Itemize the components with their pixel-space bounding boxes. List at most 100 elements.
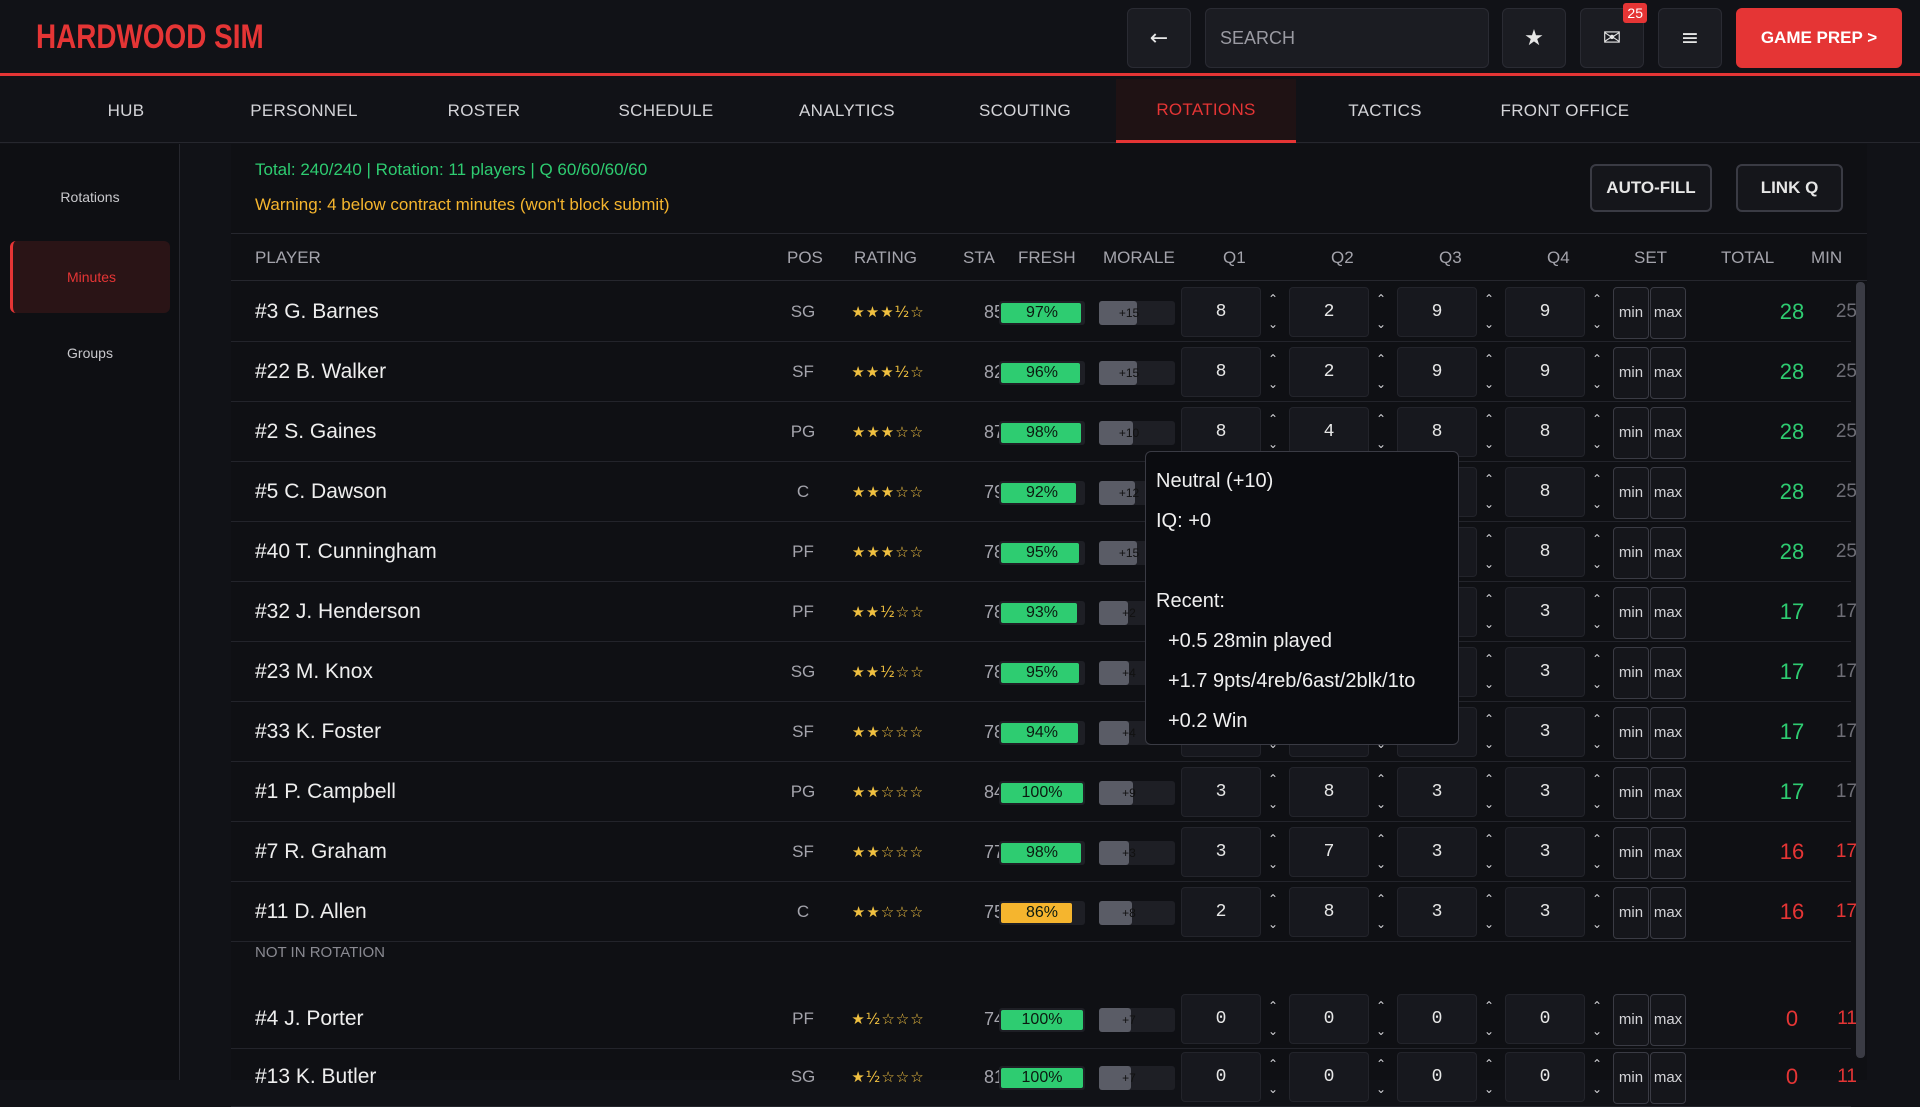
chevron-down-icon[interactable]: ⌄: [1479, 432, 1499, 457]
chevron-up-icon[interactable]: ⌃: [1479, 347, 1499, 372]
quarter-minutes-input[interactable]: 0: [1505, 1052, 1585, 1102]
player-name[interactable]: #1 P. Campbell: [255, 762, 396, 822]
set-min-button[interactable]: min: [1613, 827, 1649, 879]
quarter-minutes-input[interactable]: 3: [1181, 767, 1261, 817]
chevron-down-icon[interactable]: ⌄: [1479, 372, 1499, 397]
chevron-up-icon[interactable]: ⌃: [1587, 587, 1607, 612]
chevron-down-icon[interactable]: ⌄: [1587, 552, 1607, 577]
quarter-minutes-input[interactable]: 0: [1289, 1052, 1369, 1102]
minutes-stepper[interactable]: ⌃⌄: [1479, 994, 1499, 1044]
favorites-button[interactable]: ★: [1502, 8, 1566, 68]
chevron-up-icon[interactable]: ⌃: [1587, 287, 1607, 312]
minutes-stepper[interactable]: ⌃⌄: [1587, 647, 1607, 697]
set-min-button[interactable]: min: [1613, 347, 1649, 399]
chevron-up-icon[interactable]: ⌃: [1479, 1052, 1499, 1077]
chevron-down-icon[interactable]: ⌄: [1479, 312, 1499, 337]
col-player[interactable]: PLAYER: [255, 234, 321, 282]
chevron-up-icon[interactable]: ⌃: [1263, 994, 1283, 1019]
chevron-down-icon[interactable]: ⌄: [1371, 1019, 1391, 1044]
set-min-button[interactable]: min: [1613, 647, 1649, 699]
set-max-button[interactable]: max: [1650, 347, 1686, 399]
minutes-stepper[interactable]: ⌃⌄: [1371, 287, 1391, 337]
minutes-stepper[interactable]: ⌃⌄: [1479, 587, 1499, 637]
search-input[interactable]: SEARCH: [1205, 8, 1489, 68]
chevron-up-icon[interactable]: ⌃: [1587, 527, 1607, 552]
chevron-down-icon[interactable]: ⌄: [1263, 852, 1283, 877]
minutes-stepper[interactable]: ⌃⌄: [1587, 994, 1607, 1044]
minutes-stepper[interactable]: ⌃⌄: [1479, 887, 1499, 937]
chevron-down-icon[interactable]: ⌄: [1479, 912, 1499, 937]
chevron-down-icon[interactable]: ⌄: [1371, 1077, 1391, 1102]
set-min-button[interactable]: min: [1613, 467, 1649, 519]
set-min-button[interactable]: min: [1613, 527, 1649, 579]
chevron-down-icon[interactable]: ⌄: [1587, 492, 1607, 517]
minutes-stepper[interactable]: ⌃⌄: [1587, 407, 1607, 457]
chevron-down-icon[interactable]: ⌄: [1371, 852, 1391, 877]
minutes-stepper[interactable]: ⌃⌄: [1263, 407, 1283, 457]
quarter-minutes-input[interactable]: 3: [1397, 887, 1477, 937]
chevron-down-icon[interactable]: ⌄: [1587, 612, 1607, 637]
minutes-stepper[interactable]: ⌃⌄: [1263, 347, 1283, 397]
col-morale[interactable]: MORALE: [1103, 234, 1175, 282]
player-name[interactable]: #11 D. Allen: [255, 882, 367, 942]
minutes-stepper[interactable]: ⌃⌄: [1479, 347, 1499, 397]
quarter-minutes-input[interactable]: 8: [1289, 767, 1369, 817]
minutes-stepper[interactable]: ⌃⌄: [1479, 767, 1499, 817]
minutes-stepper[interactable]: ⌃⌄: [1587, 827, 1607, 877]
col-total[interactable]: TOTAL: [1721, 234, 1774, 282]
morale-bar[interactable]: +10: [1099, 421, 1175, 445]
quarter-minutes-input[interactable]: 8: [1181, 287, 1261, 337]
minutes-stepper[interactable]: ⌃⌄: [1263, 827, 1283, 877]
set-min-button[interactable]: min: [1613, 767, 1649, 819]
set-max-button[interactable]: max: [1650, 767, 1686, 819]
quarter-minutes-input[interactable]: 8: [1397, 407, 1477, 457]
chevron-up-icon[interactable]: ⌃: [1479, 527, 1499, 552]
player-name[interactable]: #40 T. Cunningham: [255, 522, 437, 582]
quarter-minutes-input[interactable]: 0: [1397, 994, 1477, 1044]
quarter-minutes-input[interactable]: 2: [1289, 347, 1369, 397]
set-max-button[interactable]: max: [1650, 707, 1686, 759]
chevron-up-icon[interactable]: ⌃: [1263, 1052, 1283, 1077]
chevron-down-icon[interactable]: ⌄: [1587, 732, 1607, 757]
quarter-minutes-input[interactable]: 8: [1181, 407, 1261, 457]
sidebar-item-rotations[interactable]: Rotations: [10, 161, 170, 233]
chevron-down-icon[interactable]: ⌄: [1263, 912, 1283, 937]
col-min[interactable]: MIN: [1811, 234, 1842, 282]
chevron-down-icon[interactable]: ⌄: [1587, 1077, 1607, 1102]
quarter-minutes-input[interactable]: 0: [1181, 1052, 1261, 1102]
chevron-up-icon[interactable]: ⌃: [1371, 767, 1391, 792]
quarter-minutes-input[interactable]: 9: [1505, 347, 1585, 397]
chevron-down-icon[interactable]: ⌄: [1587, 672, 1607, 697]
col-fresh[interactable]: FRESH: [1018, 234, 1076, 282]
chevron-up-icon[interactable]: ⌃: [1371, 287, 1391, 312]
chevron-down-icon[interactable]: ⌄: [1263, 1019, 1283, 1044]
chevron-down-icon[interactable]: ⌄: [1479, 1019, 1499, 1044]
chevron-up-icon[interactable]: ⌃: [1479, 587, 1499, 612]
chevron-up-icon[interactable]: ⌃: [1587, 887, 1607, 912]
chevron-up-icon[interactable]: ⌃: [1263, 887, 1283, 912]
quarter-minutes-input[interactable]: 3: [1505, 647, 1585, 697]
minutes-stepper[interactable]: ⌃⌄: [1371, 887, 1391, 937]
chevron-up-icon[interactable]: ⌃: [1371, 347, 1391, 372]
chevron-down-icon[interactable]: ⌄: [1587, 852, 1607, 877]
minutes-stepper[interactable]: ⌃⌄: [1371, 994, 1391, 1044]
minutes-stepper[interactable]: ⌃⌄: [1263, 1052, 1283, 1102]
chevron-down-icon[interactable]: ⌄: [1587, 312, 1607, 337]
quarter-minutes-input[interactable]: 3: [1505, 587, 1585, 637]
quarter-minutes-input[interactable]: 8: [1505, 467, 1585, 517]
minutes-stepper[interactable]: ⌃⌄: [1587, 767, 1607, 817]
sidebar-item-minutes[interactable]: Minutes: [10, 241, 170, 313]
tab-roster[interactable]: ROSTER: [424, 79, 544, 143]
minutes-stepper[interactable]: ⌃⌄: [1371, 767, 1391, 817]
tab-analytics[interactable]: ANALYTICS: [782, 79, 912, 143]
chevron-up-icon[interactable]: ⌃: [1371, 1052, 1391, 1077]
chevron-down-icon[interactable]: ⌄: [1479, 552, 1499, 577]
chevron-down-icon[interactable]: ⌄: [1263, 372, 1283, 397]
game-prep-button[interactable]: GAME PREP >: [1736, 8, 1902, 68]
quarter-minutes-input[interactable]: 8: [1505, 407, 1585, 457]
player-name[interactable]: #2 S. Gaines: [255, 402, 376, 462]
set-min-button[interactable]: min: [1613, 887, 1649, 939]
set-max-button[interactable]: max: [1650, 407, 1686, 459]
quarter-minutes-input[interactable]: 3: [1505, 707, 1585, 757]
chevron-up-icon[interactable]: ⌃: [1587, 1052, 1607, 1077]
